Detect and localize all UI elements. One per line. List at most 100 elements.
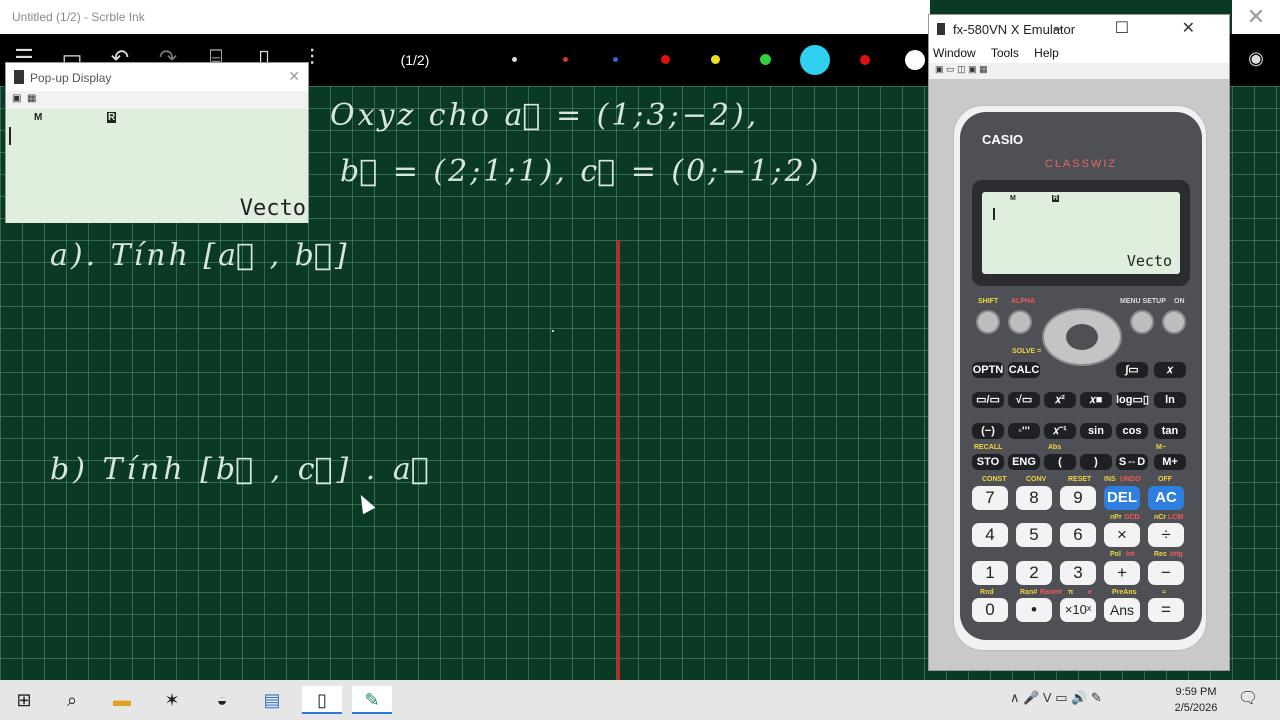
key-equals[interactable]: = [1148,598,1184,622]
key-x[interactable]: 𝑥 [1154,362,1186,378]
menu-key[interactable] [1130,310,1154,334]
key-1[interactable]: 1 [972,561,1008,585]
key-7[interactable]: 7 [972,486,1008,510]
windows-start-icon[interactable]: ⊞ [4,686,44,714]
key-3[interactable]: 3 [1060,561,1096,585]
notification-icon[interactable]: 🗨 [1236,688,1260,712]
color-swatch-red[interactable] [661,55,670,64]
ran-label: Ran# [1020,589,1038,596]
eye-icon[interactable]: ◉ [1242,44,1270,72]
key-s-to-d[interactable]: S⇔D [1116,454,1148,470]
key-ac[interactable]: AC [1148,486,1184,510]
lcd-cursor [9,127,11,145]
key-minus[interactable]: − [1148,561,1184,585]
search-icon[interactable]: ⌕ [52,686,92,714]
file-explorer-icon[interactable]: ▬ [102,686,142,714]
key-inverse[interactable]: 𝑥⁻¹ [1044,423,1076,439]
lcd-indicator-r: R [1052,195,1060,202]
key-4[interactable]: 4 [972,523,1008,547]
key-ln[interactable]: ln [1154,392,1186,408]
casio-logo: CASIO [982,132,1024,147]
key-sto[interactable]: STO [972,454,1004,470]
color-swatch-cyan-selected[interactable] [800,45,830,75]
emulator-title-bar[interactable]: fx-580VN X Emulator – ☐ ✕ [929,15,1229,43]
const-label: CONST [982,476,1007,483]
key-sqrt[interactable]: √▭ [1008,392,1040,408]
key-tan[interactable]: tan [1154,423,1186,439]
sun-app-icon[interactable]: ✶ [152,686,192,714]
grid-icon[interactable]: ▦ [979,64,988,74]
color-swatch-red-small[interactable] [563,57,568,62]
key-multiply[interactable]: × [1104,523,1140,547]
menu-setup-label: MENU SETUP [1120,298,1166,305]
popup-icon[interactable]: ◫ [957,64,966,74]
scrble-close-button[interactable]: ✕ [1232,0,1280,34]
key-2[interactable]: 2 [1016,561,1052,585]
key-close-paren[interactable]: ) [1080,454,1112,470]
direction-pad[interactable] [1042,308,1122,366]
key-8[interactable]: 8 [1016,486,1052,510]
scrble-icon[interactable]: ✎ [352,686,392,714]
off-label: OFF [1158,476,1172,483]
key-integral[interactable]: ∫▭ [1116,362,1148,378]
color-swatch-white-small[interactable] [512,57,517,62]
on-key[interactable] [1162,310,1186,334]
ncr-label: nCr [1154,514,1167,521]
key-open-paren[interactable]: ( [1044,454,1076,470]
grid-icon[interactable]: ▦ [27,93,36,104]
key-divide[interactable]: ÷ [1148,523,1184,547]
color-swatch-white-large[interactable] [905,50,925,70]
key-square[interactable]: 𝑥² [1044,392,1076,408]
calculator-icon [14,70,24,84]
calculator-icon[interactable]: ▯ [302,686,342,714]
key-negative[interactable]: (−) [972,423,1004,439]
key-calc[interactable]: CALC [1008,362,1040,378]
key-decimal[interactable]: • [1016,598,1052,622]
camera-icon[interactable]: ▣ [935,64,944,74]
key-fraction[interactable]: ▭/▭ [972,392,1004,408]
menu-window[interactable]: Window [933,46,976,60]
calculator-icon [937,23,945,35]
shift-key[interactable] [976,310,1000,334]
key-del[interactable]: DEL [1104,486,1140,510]
preans-label: PreAns [1112,589,1137,596]
menu-tools[interactable]: Tools [991,46,1019,60]
key-m-plus[interactable]: M+ [1154,454,1186,470]
key-log[interactable]: log▭▯ [1116,392,1149,408]
key-0[interactable]: 0 [972,598,1008,622]
clock[interactable]: 9:59 PM 2/5/2026 [1160,684,1232,716]
key-degree[interactable]: ◦''' [1008,423,1040,439]
key-optn[interactable]: OPTN [972,362,1004,378]
key-power[interactable]: 𝑥■ [1080,392,1112,408]
key-5[interactable]: 5 [1016,523,1052,547]
popup-title-bar[interactable]: Pop-up Display ✕ [6,63,308,91]
rnd-label: Rnd [980,589,994,596]
handwritten-line-4: b) Tính [b⃗ , c⃗] . a⃗ [50,452,433,487]
color-swatch-yellow[interactable] [711,55,720,64]
capture-icon[interactable]: ▣ [968,64,977,74]
key-times-ten[interactable]: ×10ˣ [1060,598,1096,622]
network-app-icon[interactable]: ▤ [252,686,292,714]
menu-help[interactable]: Help [1034,46,1059,60]
key-plus[interactable]: + [1104,561,1140,585]
window-controls[interactable]: – ☐ ✕ [1053,18,1219,38]
drawing-app-icon[interactable]: ◒ [202,686,242,714]
key-ans[interactable]: Ans [1104,598,1140,622]
popup-close-button[interactable]: ✕ [288,68,300,85]
camera-icon[interactable]: ▣ [12,93,21,104]
red-divider-stroke [617,240,620,680]
color-swatch-blue-small[interactable] [613,57,618,62]
alpha-label: ALPHA [1011,298,1036,305]
color-swatch-green[interactable] [760,54,771,65]
system-tray[interactable]: ∧ 🎤 V ▭ 🔊 ✎ [1010,690,1102,706]
color-swatch-red-2[interactable] [860,55,870,65]
lcd-indicator-r: R [107,112,117,123]
key-9[interactable]: 9 [1060,486,1096,510]
alpha-key[interactable] [1008,310,1032,334]
window-icon[interactable]: ▭ [946,64,955,74]
calculator-case: CASIO CLASSWIZ M R Vecto SHIFT ALPHA MEN… [953,105,1207,651]
key-6[interactable]: 6 [1060,523,1096,547]
key-sin[interactable]: sin [1080,423,1112,439]
key-eng[interactable]: ENG [1008,454,1040,470]
key-cos[interactable]: cos [1116,423,1148,439]
